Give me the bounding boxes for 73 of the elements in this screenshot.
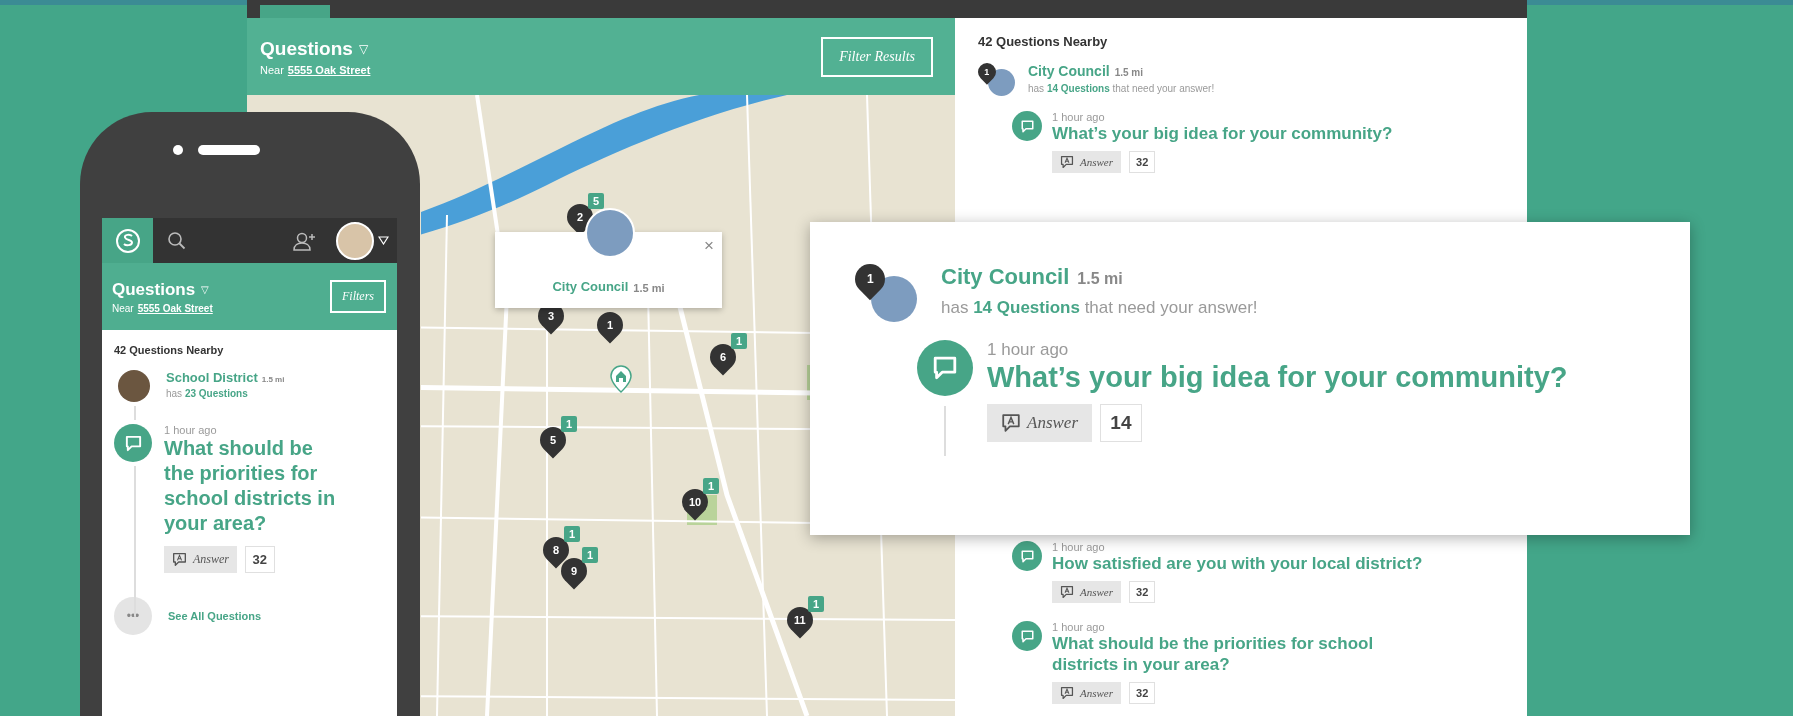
list-heading: 42 Questions Nearby — [978, 34, 1109, 49]
add-user-icon[interactable] — [293, 230, 316, 251]
place-name[interactable]: City Council — [552, 279, 629, 294]
address-link[interactable]: 5555 Oak Street — [287, 63, 371, 76]
search-icon[interactable] — [167, 231, 186, 250]
question-summary: has 14 Questions that need your answer! — [941, 298, 1258, 318]
timestamp: 1 hour ago — [1052, 541, 1106, 553]
answer-button[interactable]: Answer — [1052, 581, 1121, 603]
home-pin-icon — [610, 365, 632, 393]
app-logo-icon — [113, 226, 142, 255]
answer-count: 32 — [1129, 581, 1156, 603]
question-text: What’s your big idea for your community? — [987, 360, 1568, 394]
count-badge: 1 — [564, 526, 581, 542]
count-badge: 5 — [588, 193, 605, 209]
filters-button[interactable]: Filters — [330, 280, 386, 313]
answer-icon — [1001, 413, 1021, 433]
timestamp: 1 hour ago — [987, 340, 1070, 360]
question-summary: has 14 Questions that need your answer! — [1028, 83, 1215, 94]
answer-count: 14 — [1100, 404, 1142, 442]
question-summary: has 23 Questions — [166, 388, 249, 399]
avatar-photo — [118, 370, 150, 402]
answer-button[interactable]: Answer — [1052, 682, 1121, 704]
near-label: Near — [112, 302, 134, 314]
section-title: Questions — [112, 279, 196, 300]
answer-button[interactable]: Answer — [987, 404, 1092, 442]
place-name[interactable]: City Council — [941, 264, 1070, 290]
section-title: Questions — [260, 37, 353, 60]
comment-icon — [114, 424, 152, 462]
distance-label: 1.5 mi — [1114, 67, 1144, 78]
answer-icon — [1060, 585, 1074, 599]
filter-results-button[interactable]: Filter Results — [821, 36, 933, 77]
comment-icon — [1012, 541, 1042, 571]
list-heading: 42 Questions Nearby — [114, 344, 225, 356]
answer-icon — [1060, 686, 1074, 700]
question-text: What should be the priorities for school districts in your area? — [164, 436, 337, 536]
close-button[interactable]: × — [704, 236, 714, 256]
comment-icon — [1012, 621, 1042, 651]
user-avatar[interactable] — [336, 221, 374, 260]
distance-label: 1.5 mi — [1077, 270, 1123, 288]
timestamp: 1 hour ago — [164, 424, 218, 436]
timestamp: 1 hour ago — [1052, 111, 1106, 123]
question-text: What should be the priorities for school districts in your area? — [1052, 633, 1375, 675]
speaker-slot — [198, 145, 260, 155]
dropdown-caret[interactable]: ▽ — [358, 41, 368, 56]
answer-button[interactable]: Answer — [164, 546, 237, 573]
dropdown-caret[interactable]: ▽ — [201, 284, 210, 295]
count-badge: 1 — [582, 547, 599, 563]
question-text: How satisfied are you with your local district? — [1052, 553, 1423, 574]
address-link[interactable]: 5555 Oak Street — [137, 302, 213, 314]
camera-dot — [173, 145, 183, 155]
logo-tile[interactable] — [260, 5, 330, 18]
timestamp: 1 hour ago — [1052, 621, 1106, 633]
comment-icon — [917, 340, 973, 396]
count-badge: 1 — [561, 416, 578, 432]
comment-icon — [1012, 111, 1042, 141]
distance-label: 1.5 mi — [633, 281, 665, 294]
place-name[interactable]: City Council — [1028, 63, 1110, 79]
answer-count: 32 — [1129, 682, 1156, 704]
see-all-link[interactable]: See All Questions — [168, 610, 262, 622]
caret-icon — [378, 236, 389, 245]
answer-icon — [1060, 155, 1074, 169]
answer-button[interactable]: Answer — [1052, 151, 1121, 173]
count-badge: 1 — [731, 333, 748, 349]
near-label: Near — [260, 63, 284, 76]
answer-icon — [172, 552, 187, 567]
distance-label: 1.5 mi — [261, 375, 285, 384]
place-name[interactable]: School District — [166, 370, 258, 385]
question-text: What’s your big idea for your community? — [1052, 123, 1393, 144]
answer-count: 32 — [1129, 151, 1156, 173]
answer-count: 32 — [245, 546, 275, 573]
count-badge: 1 — [808, 596, 825, 612]
count-badge: 1 — [703, 478, 720, 494]
app-logo-tile[interactable] — [102, 218, 153, 263]
